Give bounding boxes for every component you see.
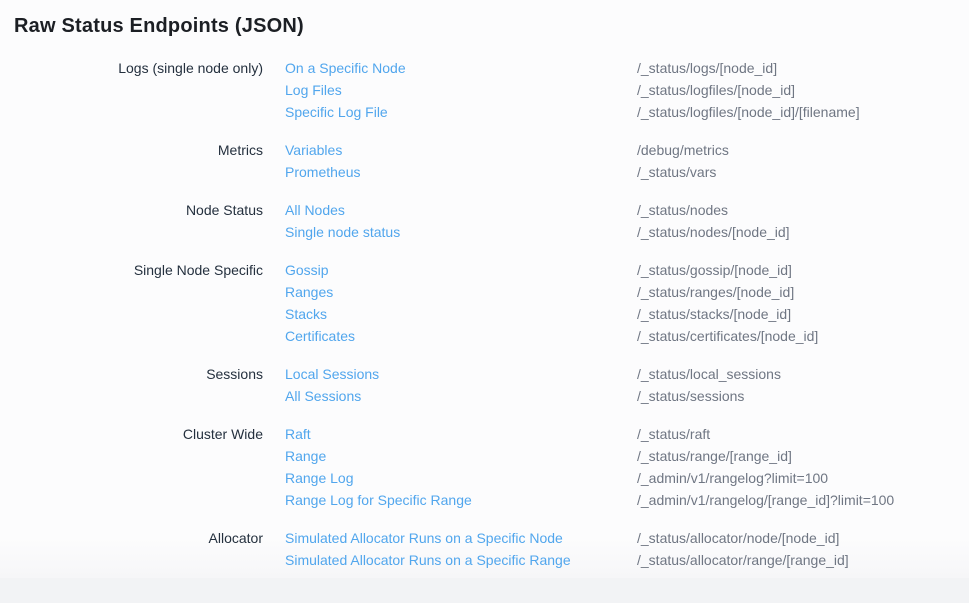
endpoint-row: Certificates /_status/certificates/[node… — [14, 325, 955, 347]
endpoint-link[interactable]: Prometheus — [285, 161, 615, 183]
endpoint-link[interactable]: Range Log — [285, 467, 615, 489]
endpoint-row: Stacks /_status/stacks/[node_id] — [14, 303, 955, 325]
endpoint-group-cluster-wide: Cluster Wide Raft /_status/raft Range /_… — [14, 423, 955, 511]
endpoint-path: /_status/gossip/[node_id] — [637, 259, 955, 281]
endpoint-row: Prometheus /_status/vars — [14, 161, 955, 183]
endpoint-link[interactable]: Specific Log File — [285, 101, 615, 123]
endpoint-row: Cluster Wide Raft /_status/raft — [14, 423, 955, 445]
endpoint-path: /_status/range/[range_id] — [637, 445, 955, 467]
endpoint-row: Allocator Simulated Allocator Runs on a … — [14, 527, 955, 549]
endpoint-path: /_status/allocator/range/[range_id] — [637, 549, 955, 571]
endpoint-link[interactable]: Variables — [285, 139, 615, 161]
endpoint-row: Simulated Allocator Runs on a Specific R… — [14, 549, 955, 571]
category-label: Sessions — [14, 363, 263, 385]
endpoint-path: /_admin/v1/rangelog/[range_id]?limit=100 — [637, 489, 955, 511]
endpoint-path: /_status/raft — [637, 423, 955, 445]
endpoint-link[interactable]: Log Files — [285, 79, 615, 101]
endpoint-row: Ranges /_status/ranges/[node_id] — [14, 281, 955, 303]
endpoint-link[interactable]: Simulated Allocator Runs on a Specific R… — [285, 549, 615, 571]
endpoint-row: Metrics Variables /debug/metrics — [14, 139, 955, 161]
endpoint-group-node-status: Node Status All Nodes /_status/nodes Sin… — [14, 199, 955, 243]
endpoint-link[interactable]: Single node status — [285, 221, 615, 243]
endpoint-row: Logs (single node only) On a Specific No… — [14, 57, 955, 79]
endpoint-path: /_status/vars — [637, 161, 955, 183]
raw-status-endpoints-section: Raw Status Endpoints (JSON) Logs (single… — [0, 0, 969, 578]
category-label: Logs (single node only) — [14, 57, 263, 79]
endpoint-link[interactable]: Local Sessions — [285, 363, 615, 385]
endpoint-link[interactable]: Range — [285, 445, 615, 467]
endpoint-link[interactable]: All Nodes — [285, 199, 615, 221]
endpoint-link[interactable]: Raft — [285, 423, 615, 445]
endpoint-link[interactable]: Certificates — [285, 325, 615, 347]
endpoint-group-single-node-specific: Single Node Specific Gossip /_status/gos… — [14, 259, 955, 347]
endpoint-group-metrics: Metrics Variables /debug/metrics Prometh… — [14, 139, 955, 183]
endpoint-path: /_status/ranges/[node_id] — [637, 281, 955, 303]
endpoint-row: Range Log for Specific Range /_admin/v1/… — [14, 489, 955, 511]
debug-page: Raw Status Endpoints (JSON) Logs (single… — [0, 0, 969, 603]
category-label: Metrics — [14, 139, 263, 161]
endpoint-path: /_status/local_sessions — [637, 363, 955, 385]
endpoint-link[interactable]: Stacks — [285, 303, 615, 325]
endpoint-groups: Logs (single node only) On a Specific No… — [14, 57, 955, 571]
category-label: Cluster Wide — [14, 423, 263, 445]
endpoint-row: Sessions Local Sessions /_status/local_s… — [14, 363, 955, 385]
endpoint-path: /debug/metrics — [637, 139, 955, 161]
endpoint-row: Single node status /_status/nodes/[node_… — [14, 221, 955, 243]
endpoint-group-sessions: Sessions Local Sessions /_status/local_s… — [14, 363, 955, 407]
endpoint-path: /_status/logs/[node_id] — [637, 57, 955, 79]
endpoint-row: Specific Log File /_status/logfiles/[nod… — [14, 101, 955, 123]
endpoint-path: /_status/logfiles/[node_id] — [637, 79, 955, 101]
endpoint-group-logs: Logs (single node only) On a Specific No… — [14, 57, 955, 123]
endpoint-link[interactable]: On a Specific Node — [285, 57, 615, 79]
endpoint-row: All Sessions /_status/sessions — [14, 385, 955, 407]
endpoint-link[interactable]: Simulated Allocator Runs on a Specific N… — [285, 527, 615, 549]
endpoint-row: Single Node Specific Gossip /_status/gos… — [14, 259, 955, 281]
category-label: Node Status — [14, 199, 263, 221]
category-label: Allocator — [14, 527, 263, 549]
endpoint-link[interactable]: Ranges — [285, 281, 615, 303]
endpoint-path: /_status/nodes/[node_id] — [637, 221, 955, 243]
endpoint-path: /_status/certificates/[node_id] — [637, 325, 955, 347]
endpoint-path: /_status/allocator/node/[node_id] — [637, 527, 955, 549]
endpoint-row: Range /_status/range/[range_id] — [14, 445, 955, 467]
category-label: Single Node Specific — [14, 259, 263, 281]
endpoint-row: Log Files /_status/logfiles/[node_id] — [14, 79, 955, 101]
endpoint-path: /_status/logfiles/[node_id]/[filename] — [637, 101, 955, 123]
endpoint-link[interactable]: Gossip — [285, 259, 615, 281]
endpoint-path: /_admin/v1/rangelog?limit=100 — [637, 467, 955, 489]
endpoint-link[interactable]: Range Log for Specific Range — [285, 489, 615, 511]
endpoint-row: Range Log /_admin/v1/rangelog?limit=100 — [14, 467, 955, 489]
endpoint-path: /_status/stacks/[node_id] — [637, 303, 955, 325]
endpoint-group-allocator: Allocator Simulated Allocator Runs on a … — [14, 527, 955, 571]
endpoint-path: /_status/nodes — [637, 199, 955, 221]
endpoint-link[interactable]: All Sessions — [285, 385, 615, 407]
page-title: Raw Status Endpoints (JSON) — [14, 13, 955, 39]
endpoint-path: /_status/sessions — [637, 385, 955, 407]
endpoint-row: Node Status All Nodes /_status/nodes — [14, 199, 955, 221]
